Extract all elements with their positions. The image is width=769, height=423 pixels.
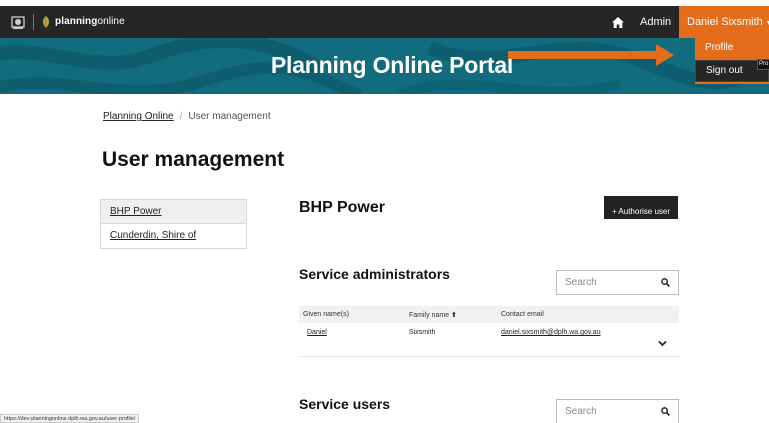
col-family-name[interactable]: Family name ⬆ bbox=[409, 311, 457, 319]
organisation-list: BHP Power Cunderdin, Shire of bbox=[100, 199, 247, 249]
search-icon[interactable] bbox=[661, 278, 670, 287]
user-name: Daniel Sixsmith bbox=[687, 16, 763, 28]
wa-crest-icon[interactable] bbox=[10, 14, 26, 30]
cell-family-name: Sixsmith bbox=[409, 329, 436, 336]
breadcrumb-separator: / bbox=[179, 111, 183, 122]
annotation-arrow-icon bbox=[508, 44, 674, 66]
org-item-cunderdin[interactable]: Cunderdin, Shire of bbox=[101, 224, 246, 248]
sort-arrow-up-icon: ⬆ bbox=[451, 312, 457, 319]
col-contact-email[interactable]: Contact email bbox=[501, 311, 544, 318]
breadcrumb: Planning Online / User management bbox=[103, 111, 271, 122]
brand-light: online bbox=[97, 16, 125, 27]
brand-bold: planning bbox=[55, 16, 98, 27]
cell-given-name[interactable]: Daniel bbox=[307, 329, 327, 336]
admin-search-input[interactable] bbox=[557, 271, 653, 294]
table-header: Given name(s) Family name ⬆ Contact emai… bbox=[299, 306, 679, 323]
home-icon[interactable] bbox=[612, 17, 624, 28]
admin-search-box bbox=[556, 270, 679, 295]
table-row: Daniel Sixsmith daniel.sixsmith@dplh.wa.… bbox=[299, 323, 679, 357]
organisation-title: BHP Power bbox=[299, 199, 385, 216]
breadcrumb-home-link[interactable]: Planning Online bbox=[103, 111, 174, 122]
service-users-heading: Service users bbox=[299, 396, 391, 412]
breadcrumb-current: User management bbox=[188, 111, 271, 122]
browser-status-url: https://dev-planningonline.dplh.wa.gov.a… bbox=[0, 414, 140, 423]
menu-item-profile[interactable]: Profile bbox=[695, 38, 769, 60]
administrators-table: Given name(s) Family name ⬆ Contact emai… bbox=[299, 306, 679, 357]
service-administrators-heading: Service administrators bbox=[299, 266, 450, 282]
planningonline-logo-icon bbox=[43, 16, 49, 28]
logo-divider bbox=[33, 14, 34, 30]
users-search-box bbox=[556, 399, 679, 423]
col-family-name-label: Family name bbox=[409, 312, 450, 319]
page-title: User management bbox=[102, 148, 285, 171]
user-menu-button[interactable]: Daniel Sixsmith ▾ bbox=[679, 6, 769, 38]
users-search-input[interactable] bbox=[557, 400, 653, 423]
authorise-user-button[interactable]: + Authorise user bbox=[604, 196, 678, 219]
profile-tooltip: Pro bbox=[757, 59, 769, 70]
admin-link[interactable]: Admin bbox=[640, 16, 671, 28]
top-nav-bar: planningonline Admin Daniel Sixsmith ▾ bbox=[0, 6, 769, 38]
col-given-name[interactable]: Given name(s) bbox=[303, 311, 349, 318]
search-icon[interactable] bbox=[661, 407, 670, 416]
cell-contact-email[interactable]: daniel.sixsmith@dplh.wa.gov.au bbox=[501, 329, 601, 336]
chevron-down-icon[interactable] bbox=[658, 340, 667, 347]
brand-name[interactable]: planningonline bbox=[55, 16, 125, 27]
org-item-bhp-power[interactable]: BHP Power bbox=[101, 200, 246, 224]
